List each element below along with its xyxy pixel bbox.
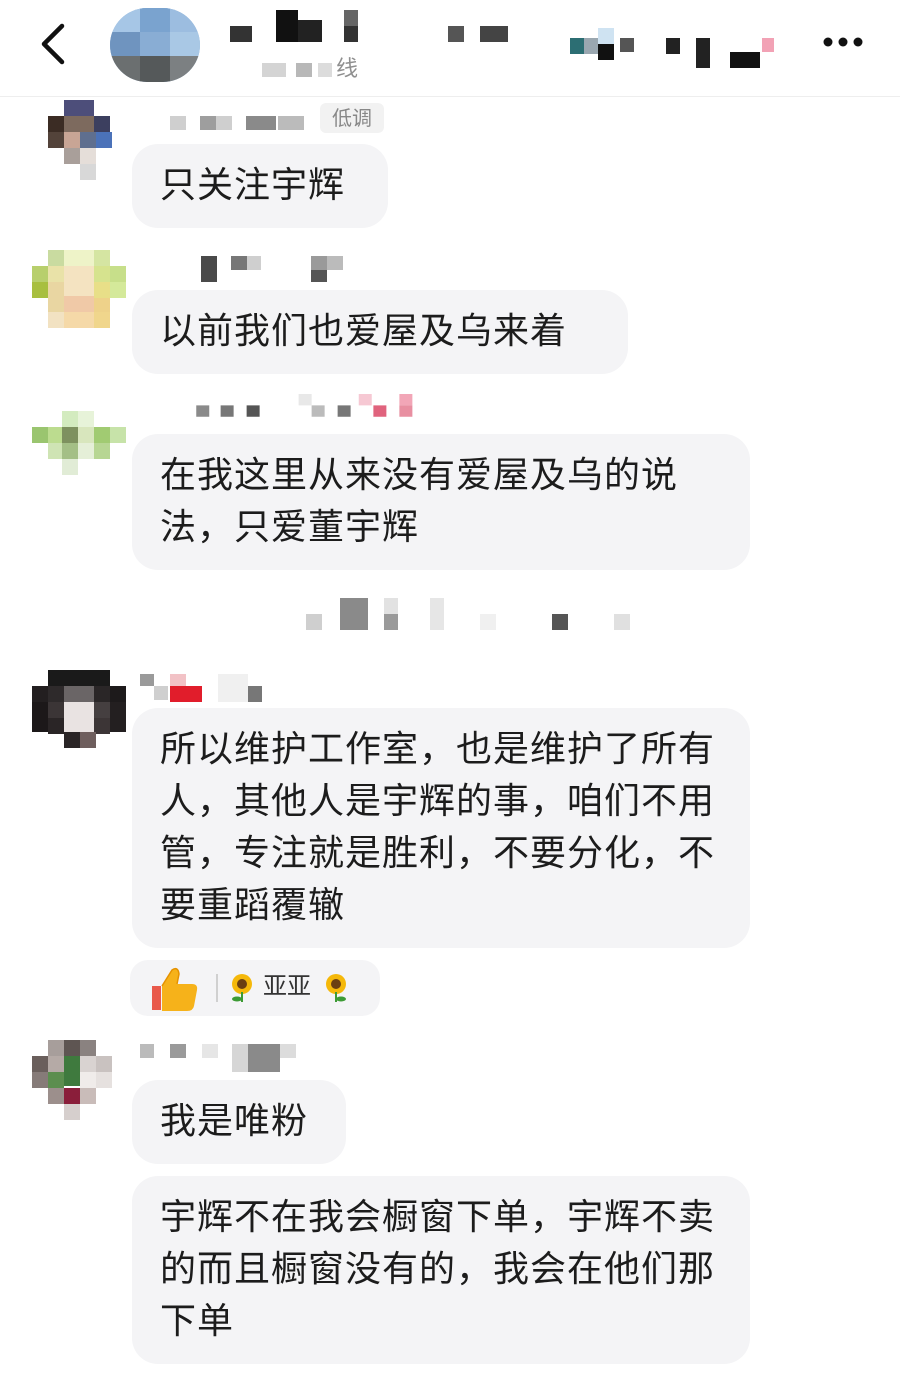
message-bubble[interactable]: 宇辉不在我会橱窗下单，宇辉不卖的而且橱窗没有的，我会在他们那下单 (132, 1176, 750, 1364)
more-options-icon[interactable] (816, 22, 870, 62)
sender-name-pixelated (140, 674, 262, 702)
avatar[interactable] (32, 100, 126, 194)
sunflower-icon (232, 974, 252, 1002)
group-name-pixelated (230, 10, 508, 42)
avatar[interactable] (32, 250, 126, 344)
back-arrow-icon[interactable] (30, 20, 78, 68)
message-bubble[interactable]: 我是唯粉 (132, 1080, 346, 1164)
group-avatar[interactable] (110, 8, 200, 82)
message-bubble[interactable]: 所以维护工作室，也是维护了所有人，其他人是宇辉的事，咱们不用管，专注就是胜利，不… (132, 708, 750, 948)
reaction-bar[interactable]: 亚亚 (130, 960, 380, 1016)
time-divider-pixelated (306, 598, 630, 630)
role-badge: 低调 (320, 103, 384, 133)
message-bubble[interactable]: 只关注宇辉 (132, 144, 388, 228)
reaction-user: 亚亚 (263, 972, 311, 1000)
avatar[interactable] (32, 670, 126, 764)
sender-name-pixelated (140, 1044, 296, 1072)
message-bubble[interactable]: 以前我们也爱屋及乌来着 (132, 290, 628, 374)
status-mask (262, 63, 332, 77)
avatar[interactable] (32, 395, 126, 489)
thumbs-up-icon (152, 967, 198, 1011)
sender-name-pixelated (201, 256, 343, 282)
header-members-pixelated (570, 28, 774, 68)
sunflower-icon (326, 974, 346, 1002)
chat-header: 线 (0, 0, 900, 97)
sender-name-pixelated (196, 394, 413, 417)
avatar[interactable] (32, 1040, 126, 1134)
message-bubble[interactable]: 在我这里从来没有爱屋及乌的说法，只爱董宇辉 (132, 434, 750, 570)
reaction-separator (216, 974, 218, 1002)
online-status: 线 (262, 56, 358, 84)
sender-name-pixelated (170, 116, 304, 130)
